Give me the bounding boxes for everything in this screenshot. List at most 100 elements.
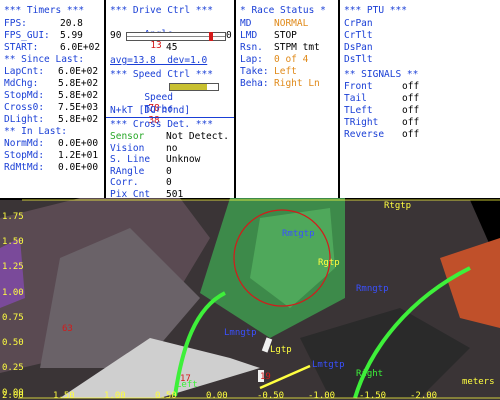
label-17: 17 bbox=[180, 374, 191, 384]
race-title: * Race Status * bbox=[240, 5, 326, 16]
signal-label: TLeft bbox=[344, 105, 373, 116]
ptu-item: CrTlt bbox=[344, 30, 373, 41]
speed-bar bbox=[169, 83, 219, 91]
race-panel: * Race Status * MD NORMAL LMD STOP Rsn. STPM … bbox=[236, 0, 338, 198]
since-row: DLight: 5.8E+02 bbox=[4, 114, 98, 125]
cross-label: Sensor bbox=[110, 131, 145, 142]
race-label: Beha: bbox=[240, 78, 269, 89]
signal-value: off bbox=[402, 129, 420, 140]
ptu-row: CrTlt bbox=[344, 30, 373, 41]
in-last-label: StopMd: bbox=[4, 150, 45, 161]
race-row: Beha: Right Ln bbox=[240, 78, 320, 89]
cross-row: Sensor Not Detect. bbox=[110, 131, 229, 142]
x-tick-label: -1.00 bbox=[308, 391, 336, 400]
signal-row: Reverse off bbox=[344, 129, 419, 140]
since-title: ** Since Last: bbox=[4, 54, 85, 65]
x-tick-label: 1.00 bbox=[104, 391, 126, 400]
label-lmngtp: Lmngtp bbox=[224, 328, 257, 338]
label-rgtp: Rgtp bbox=[318, 258, 340, 268]
race-row: Rsn. STPM tmt bbox=[240, 42, 320, 53]
signal-row: TLeft off bbox=[344, 105, 419, 116]
timer-value: 6.0E+02 bbox=[60, 42, 101, 53]
race-label: LMD bbox=[240, 30, 258, 41]
speed-title: *** Speed Ctrl *** bbox=[110, 69, 213, 80]
cross-row: Corr. 0 bbox=[110, 177, 172, 188]
slider-knob[interactable] bbox=[208, 32, 213, 41]
since-row: LapCnt: 6.0E+02 bbox=[4, 66, 98, 77]
ptu-row: DsTlt bbox=[344, 54, 373, 65]
race-value: STPM tmt bbox=[274, 42, 320, 53]
cross-label: S. Line bbox=[110, 154, 151, 165]
race-label: Take: bbox=[240, 66, 269, 77]
cross-row: RAngle 0 bbox=[110, 166, 172, 177]
since-row: Cross0: 7.5E+03 bbox=[4, 102, 98, 113]
since-row: StopMd: 5.8E+02 bbox=[4, 90, 98, 101]
in-last-row: StopMd: 1.2E+01 bbox=[4, 150, 98, 161]
timers-panel: *** Timers *** FPS: 20.8 FPS_GUI: 5.99 START… bbox=[0, 0, 104, 198]
cross-row: Pix Cnt 501 bbox=[110, 189, 183, 199]
ptu-item: CrPan bbox=[344, 18, 373, 29]
slider-mid: 45 bbox=[166, 42, 178, 53]
y-tick-label: 0.50 bbox=[2, 338, 24, 348]
ptu-title: *** PTU *** bbox=[344, 5, 407, 16]
race-row: Lap: 0 of 4 bbox=[240, 54, 308, 65]
in-last-value: 1.2E+01 bbox=[58, 150, 99, 161]
since-value: 5.8E+02 bbox=[58, 90, 99, 101]
ptu-row: CrPan bbox=[344, 18, 373, 29]
signal-label: Reverse bbox=[344, 129, 385, 140]
timers-title: *** Timers *** bbox=[4, 5, 85, 16]
race-row: MD NORMAL bbox=[240, 18, 308, 29]
signal-row: TRight off bbox=[344, 117, 419, 128]
cross-row: S. Line Unknow bbox=[110, 154, 200, 165]
cross-value: 0 bbox=[166, 165, 172, 177]
cross-label: Pix Cnt bbox=[110, 188, 151, 199]
since-label: LapCnt: bbox=[4, 66, 45, 77]
race-value: Left bbox=[274, 66, 297, 77]
camera-view: Rtgtp Rmtgtp Rgtp Rmngtp Lmngtp Lgtp Lmt… bbox=[0, 198, 500, 400]
since-value: 7.5E+03 bbox=[58, 102, 99, 113]
cross-title: *** Cross Det. *** bbox=[110, 119, 213, 130]
in-last-row: RdMtMd: 0.0E+00 bbox=[4, 162, 98, 173]
since-value: 5.8E+02 bbox=[58, 78, 99, 89]
race-row: LMD STOP bbox=[240, 30, 297, 41]
mode-line: N+kT [DC nfnd] bbox=[110, 105, 191, 116]
y-tick-label: 0.75 bbox=[2, 312, 24, 323]
race-row: Take: Left bbox=[240, 66, 297, 77]
race-value: NORMAL bbox=[274, 18, 309, 29]
in-last-value: 0.0E+00 bbox=[58, 162, 99, 173]
label-63: 63 bbox=[62, 324, 73, 334]
since-label: Cross0: bbox=[4, 102, 45, 113]
timer-row: FPS: 20.8 bbox=[4, 18, 83, 29]
ptu-item: DsPan bbox=[344, 42, 373, 53]
timer-value: 5.99 bbox=[60, 30, 83, 41]
x-tick-label: -2.00 bbox=[410, 391, 438, 400]
speed-bar-fill bbox=[170, 84, 208, 90]
race-label: Rsn. bbox=[240, 42, 263, 53]
timer-label: FPS: bbox=[4, 18, 27, 29]
y-tick-label: 1.50 bbox=[2, 237, 24, 248]
timer-label: FPS_GUI: bbox=[4, 30, 50, 41]
race-value: Right Ln bbox=[274, 78, 320, 89]
in-last-label: RdMtMd: bbox=[4, 162, 45, 173]
ptu-item: DsTlt bbox=[344, 54, 373, 65]
cross-label: Vision bbox=[110, 142, 145, 154]
label-rtgtp: Rtgtp bbox=[384, 201, 412, 211]
signals-title: ** SIGNALS ** bbox=[344, 69, 419, 80]
angle-slider[interactable] bbox=[126, 32, 226, 41]
avg-line: avg=13.8 dev=1.0 bbox=[110, 55, 208, 66]
slider-min: 90 bbox=[110, 30, 122, 41]
label-lmtgtp: Lmtgtp bbox=[312, 360, 345, 370]
label-19: 19 bbox=[260, 372, 271, 382]
signal-label: Front bbox=[344, 81, 373, 92]
y-tick-label: 1.25 bbox=[2, 262, 24, 273]
label-rmngtp: Rmngtp bbox=[356, 284, 389, 294]
timer-label: START: bbox=[4, 42, 39, 53]
y-tick-label: 1.75 bbox=[2, 212, 24, 222]
cross-value: 0 bbox=[166, 177, 172, 188]
signal-label: TRight bbox=[344, 117, 379, 128]
ptu-panel: *** PTU *** CrPan CrTlt DsPan DsTlt ** SIGN… bbox=[340, 0, 500, 198]
timer-value: 20.8 bbox=[60, 18, 83, 29]
x-tick-label: 1.50 bbox=[53, 391, 75, 400]
since-row: MdChg: 5.8E+02 bbox=[4, 78, 98, 89]
x-tick-label: -1.50 bbox=[359, 391, 387, 400]
